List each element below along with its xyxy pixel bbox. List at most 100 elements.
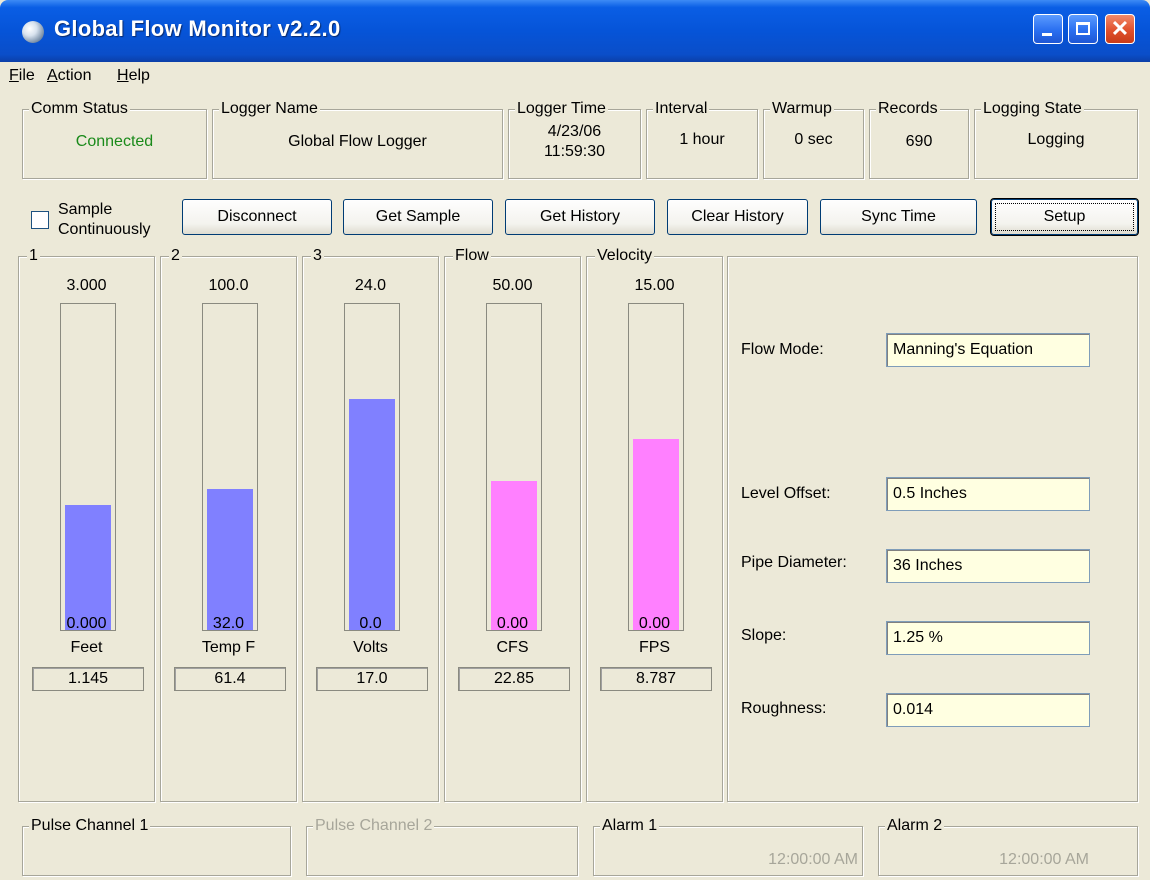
- pulse-channel-1-group: Pulse Channel 1: [22, 816, 291, 876]
- minimize-button[interactable]: [1033, 14, 1063, 44]
- gauge-label: 3: [311, 246, 324, 266]
- gauge-label: Velocity: [595, 246, 655, 266]
- gauge-bar-fill: [491, 481, 537, 630]
- logger-date-value: 4/23/06: [547, 123, 602, 140]
- sample-continuously-checkbox[interactable]: [31, 211, 49, 229]
- gauge-max-value: 24.0: [354, 277, 387, 294]
- alarm-1-time: 12:00:00 AM: [768, 851, 858, 868]
- clear-history-button[interactable]: Clear History: [667, 199, 808, 235]
- get-sample-button[interactable]: Get Sample: [343, 199, 493, 235]
- pipe-diameter-label: Pipe Diameter:: [741, 554, 847, 571]
- maximize-icon: [1076, 22, 1090, 35]
- records-value: 690: [905, 133, 933, 150]
- pipe-diameter-field[interactable]: 36 Inches: [886, 549, 1090, 583]
- pulse-channel-2-group: Pulse Channel 2: [306, 816, 578, 876]
- pulse-channel-2-label: Pulse Channel 2: [313, 816, 435, 836]
- menu-file[interactable]: File: [9, 67, 35, 85]
- roughness-field[interactable]: 0.014: [886, 693, 1090, 727]
- warmup-label: Warmup: [770, 99, 834, 119]
- gauge-max-value: 15.00: [634, 277, 675, 294]
- gauge-5-group: Velocity 15.00 0.00 FPS 8.787: [586, 246, 723, 802]
- gauge-3-group: 3 24.0 0.0 Volts 17.0: [302, 246, 439, 802]
- records-label: Records: [876, 99, 940, 119]
- close-icon: ✕: [1110, 16, 1130, 41]
- slope-field[interactable]: 1.25 %: [886, 621, 1090, 655]
- gauge-unit: Temp F: [201, 639, 256, 656]
- level-offset-label: Level Offset:: [741, 485, 831, 502]
- warmup-value: 0 sec: [794, 131, 833, 148]
- logger-name-group: Logger Name Global Flow Logger: [212, 99, 503, 179]
- gauge-reading: 22.85: [458, 667, 570, 691]
- get-history-button[interactable]: Get History: [505, 199, 655, 235]
- gauge-bar-track: [486, 303, 542, 631]
- logging-state-value: Logging: [1027, 131, 1085, 148]
- level-offset-field[interactable]: 0.5 Inches: [886, 477, 1090, 511]
- gauge-bar-track: [60, 303, 116, 631]
- logger-clock-value: 11:59:30: [543, 143, 606, 160]
- sample-continuously-label[interactable]: Sample Continuously: [58, 200, 151, 240]
- pulse-channel-1-label: Pulse Channel 1: [29, 816, 151, 836]
- comm-status-value: Connected: [75, 133, 154, 150]
- setup-button[interactable]: Setup: [990, 198, 1139, 236]
- interval-value: 1 hour: [679, 131, 725, 148]
- menu-action[interactable]: Action: [47, 67, 91, 85]
- gauge-bar-fill: [65, 505, 111, 630]
- interval-label: Interval: [653, 99, 710, 119]
- flow-mode-label: Flow Mode:: [741, 341, 824, 358]
- interval-group: Interval 1 hour: [646, 99, 758, 179]
- gauge-max-value: 100.0: [208, 277, 249, 294]
- logger-name-label: Logger Name: [219, 99, 320, 119]
- menu-file-label: ile: [18, 67, 35, 84]
- app-icon[interactable]: [22, 21, 44, 43]
- sample-label-line1: Sample: [58, 201, 113, 218]
- gauge-2-group: 2 100.0 32.0 Temp F 61.4: [160, 246, 297, 802]
- gauge-min-value: 32.0: [212, 615, 245, 632]
- gauge-unit: Feet: [70, 639, 103, 656]
- menu-file-accel: F: [9, 67, 19, 84]
- gauge-min-value: 0.0: [359, 615, 382, 632]
- warmup-group: Warmup 0 sec: [763, 99, 864, 179]
- window-title: Global Flow Monitor v2.2.0: [54, 16, 341, 41]
- gauge-reading: 61.4: [174, 667, 286, 691]
- gauge-unit: CFS: [496, 639, 529, 656]
- gauge-reading: 17.0: [316, 667, 428, 691]
- menu-action-accel: A: [47, 67, 58, 84]
- settings-panel: Flow Mode: Manning's Equation Level Offs…: [727, 256, 1138, 802]
- gauge-label: Flow: [453, 246, 491, 266]
- records-group: Records 690: [869, 99, 969, 179]
- minimize-icon: [1042, 33, 1052, 36]
- menu-action-label: ction: [57, 67, 92, 84]
- close-button[interactable]: ✕: [1105, 14, 1135, 44]
- gauge-min-value: 0.00: [638, 615, 671, 632]
- gauge-bar-fill: [349, 399, 395, 630]
- gauge-1-group: 1 3.000 0.000 Feet 1.145: [18, 246, 155, 802]
- comm-status-group: Comm Status Connected: [22, 99, 207, 179]
- gauge-bar-fill: [633, 439, 679, 630]
- menu-help-accel: H: [117, 67, 129, 84]
- gauge-max-value: 3.000: [66, 277, 107, 294]
- menu-help[interactable]: Help: [117, 67, 150, 85]
- slope-label: Slope:: [741, 627, 787, 644]
- menu-bar: File Action Help: [0, 62, 1150, 90]
- gauge-max-value: 50.00: [492, 277, 533, 294]
- gauge-reading: 1.145: [32, 667, 144, 691]
- alarm-2-group: Alarm 2 12:00:00 AM: [878, 816, 1138, 876]
- maximize-button[interactable]: [1068, 14, 1098, 44]
- comm-status-label: Comm Status: [29, 99, 130, 119]
- focus-rect: [995, 203, 1134, 231]
- flow-mode-field[interactable]: Manning's Equation: [886, 333, 1090, 367]
- gauge-label: 2: [169, 246, 182, 266]
- gauge-bar-fill: [207, 489, 253, 630]
- sync-time-button[interactable]: Sync Time: [820, 199, 977, 235]
- title-bar[interactable]: Global Flow Monitor v2.2.0 ✕: [0, 0, 1150, 62]
- alarm-1-label: Alarm 1: [600, 816, 660, 836]
- gauge-min-value: 0.00: [496, 615, 529, 632]
- logger-name-value: Global Flow Logger: [288, 133, 427, 150]
- gauge-4-group: Flow 50.00 0.00 CFS 22.85: [444, 246, 581, 802]
- disconnect-button[interactable]: Disconnect: [182, 199, 332, 235]
- alarm-1-group: Alarm 1 12:00:00 AM: [593, 816, 863, 876]
- gauge-bar-track: [628, 303, 684, 631]
- gauge-bar-track: [202, 303, 258, 631]
- gauge-min-value: 0.000: [66, 615, 107, 632]
- roughness-label: Roughness:: [741, 700, 827, 717]
